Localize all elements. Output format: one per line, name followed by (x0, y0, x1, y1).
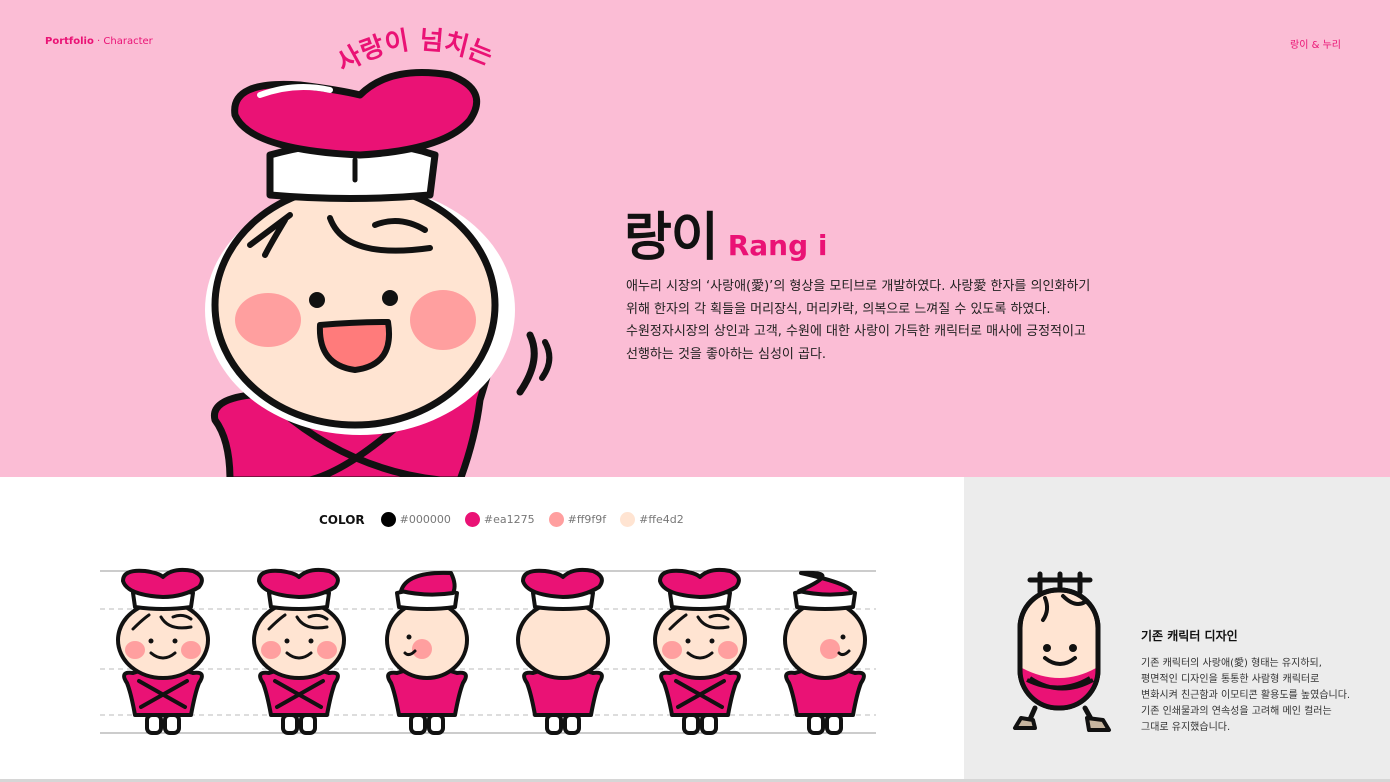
character-turnaround (100, 567, 876, 735)
description-line: 애누리 시장의 ‘사랑애(愛)’의 형상을 모티브로 개발하였다. 사랑愛 한자… (626, 279, 1091, 294)
character-description: 애누리 시장의 ‘사랑애(愛)’의 형상을 모티브로 개발하였다. 사랑愛 한자… (626, 276, 1126, 366)
turnaround-figure-side-left (385, 570, 469, 735)
color-palette: COLOR #000000 #ea1275 #ff9f9f #ffe4d2 (319, 512, 688, 527)
turnaround-figure-front (116, 567, 210, 735)
character-name-ko: 랑이 (624, 208, 719, 268)
swatch-dot (548, 512, 564, 527)
color-swatch: #ea1275 (464, 512, 535, 527)
swatch-dot (620, 512, 636, 527)
original-design-title: 기존 캐릭터 디자인 (1141, 629, 1238, 643)
character-name-en: Rang i (727, 229, 828, 262)
original-description-line: 평면적인 디자인을 통통한 사람형 캐릭터로 (1141, 674, 1320, 685)
original-design-description: 기존 캐릭터의 사랑애(愛) 형태는 유지하되, 평면적인 디자인을 통통한 사… (1141, 656, 1381, 736)
character-title: 랑이 Rang i (624, 195, 827, 270)
breadcrumb-separator: · (93, 36, 104, 47)
nav-link-characters[interactable]: 랑이 & 누리 (1290, 36, 1341, 51)
description-line: 위해 한자의 각 획들을 머리장식, 머리카락, 의복으로 느껴질 수 있도록 … (626, 301, 1051, 317)
original-character-illustration (1013, 571, 1111, 732)
turnaround-figure-three-quarter (653, 567, 747, 735)
hero-character-illustration: 사랑이 넘치는 (205, 25, 553, 477)
turnaround-figure-side-right (783, 570, 867, 735)
swatch-dot (464, 512, 480, 527)
original-description-line: 그대로 유지했습니다. (1141, 722, 1231, 733)
swatch-label: #ff9f9f (567, 513, 607, 526)
swatch-dot (380, 512, 396, 527)
color-label: COLOR (319, 512, 365, 527)
hero-section: Portfolio · Character 랑이 & 누리 사랑이 넘치는 랑이… (0, 0, 1390, 477)
swatch-label: #ffe4d2 (639, 513, 684, 526)
original-description-line: 변화시켜 친근함과 이모티콘 활용도를 높였습니다. (1141, 690, 1351, 701)
color-swatch: #000000 (380, 512, 451, 527)
breadcrumb: Portfolio · Character (45, 36, 153, 47)
turnaround-figure-front-alt (252, 567, 346, 735)
brand-link[interactable]: Portfolio (45, 36, 94, 47)
description-line: 선행하는 것을 좋아하는 심성이 곱다. (626, 346, 827, 362)
color-swatch: #ff9f9f (548, 512, 607, 527)
original-description-line: 기존 인쇄물과의 연속성을 고려해 메인 컬러는 (1141, 706, 1332, 717)
breadcrumb-section[interactable]: Character (103, 36, 152, 47)
description-line: 수원정자시장의 상인과 고객, 수원에 대한 사랑이 가득한 캐릭터로 매사에 … (626, 324, 1086, 339)
swatch-label: #000000 (399, 513, 451, 526)
swatch-label: #ea1275 (483, 513, 535, 526)
turnaround-figure-back (516, 567, 610, 735)
original-description-line: 기존 캐릭터의 사랑애(愛) 형태는 유지하되, (1141, 658, 1322, 669)
color-swatch: #ffe4d2 (620, 512, 684, 527)
